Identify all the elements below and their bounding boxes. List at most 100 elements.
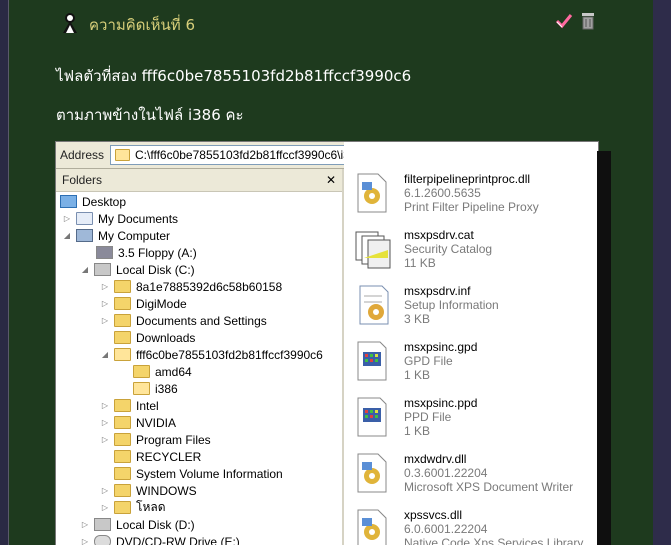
file-item[interactable]: msxpsinc.gpd GPD File 1 KB bbox=[354, 340, 477, 382]
file-detail: 1 KB bbox=[404, 424, 431, 438]
close-icon[interactable]: ✕ bbox=[326, 173, 336, 187]
expand-icon[interactable]: ▷ bbox=[100, 282, 110, 291]
expand-icon[interactable]: ▷ bbox=[100, 503, 110, 512]
folder-open-icon bbox=[114, 348, 131, 361]
tree-item-folder[interactable]: ◢ fff6c0be7855103fd2b81ffccf3990c6 bbox=[100, 346, 323, 363]
address-value: C:\fff6c0be7855103fd2b81ffccf3990c6\i386 bbox=[135, 148, 364, 162]
tree-item-folder-selected[interactable]: i386 bbox=[133, 380, 178, 397]
folders-pane: Folders ✕ Desktop ▷ My Documents ◢ My Co… bbox=[56, 169, 344, 545]
floppy-icon bbox=[96, 246, 113, 259]
expand-icon[interactable]: ▷ bbox=[100, 418, 110, 427]
file-item[interactable]: msxpsdrv.inf Setup Information 3 KB bbox=[354, 284, 499, 326]
expand-icon[interactable]: ▷ bbox=[100, 316, 110, 325]
gpd-file-icon bbox=[354, 340, 394, 382]
tree-item-folder[interactable]: amd64 bbox=[133, 363, 192, 380]
file-item[interactable]: msxpsinc.ppd PPD File 1 KB bbox=[354, 396, 477, 438]
file-name: msxpsinc.gpd bbox=[404, 340, 478, 354]
tree-label: Local Disk (C:) bbox=[116, 262, 195, 277]
tree-label: fff6c0be7855103fd2b81ffccf3990c6 bbox=[136, 347, 323, 362]
file-item[interactable]: msxpsdrv.cat Security Catalog 11 KB bbox=[354, 228, 492, 270]
tree-item-dvd-drive[interactable]: ▷ DVD/CD-RW Drive (E:) bbox=[80, 533, 240, 545]
ppd-file-icon bbox=[354, 396, 394, 438]
tree-item-folder[interactable]: ▷ WINDOWS bbox=[100, 482, 197, 499]
file-item[interactable]: mxdwdrv.dll 0.3.6001.22204 Microsoft XPS… bbox=[354, 452, 573, 494]
user-avatar-icon bbox=[61, 13, 79, 37]
dll-file-icon bbox=[354, 452, 394, 494]
tree-label: Program Files bbox=[136, 432, 211, 447]
tree-item-my-computer[interactable]: ◢ My Computer bbox=[62, 227, 170, 244]
tree-item-floppy[interactable]: 3.5 Floppy (A:) bbox=[96, 244, 197, 261]
folder-icon bbox=[114, 297, 131, 310]
dvd-drive-icon bbox=[94, 535, 111, 545]
folder-icon bbox=[114, 484, 131, 497]
collapse-icon[interactable]: ◢ bbox=[80, 265, 90, 274]
comment-header: ความคิดเห็นที่ 6 bbox=[61, 12, 195, 38]
file-detail: Native Code Xps Services Library bbox=[404, 536, 584, 545]
tree-item-my-documents[interactable]: ▷ My Documents bbox=[62, 210, 178, 227]
folder-icon bbox=[114, 467, 131, 480]
folder-icon bbox=[114, 416, 131, 429]
trash-icon[interactable] bbox=[581, 12, 595, 34]
tree-item-desktop[interactable]: Desktop bbox=[60, 193, 126, 210]
tree-item-folder[interactable]: Downloads bbox=[114, 329, 195, 346]
file-name: mxdwdrv.dll bbox=[404, 452, 467, 466]
screenshot-shadow bbox=[597, 151, 611, 545]
folder-icon bbox=[114, 433, 131, 446]
folder-icon bbox=[115, 149, 130, 161]
file-detail: 6.0.6001.22204 bbox=[404, 522, 488, 536]
comment-post: ความคิดเห็นที่ 6 ไฟลตัวที่สอง fff6c0be78… bbox=[8, 0, 654, 545]
check-edit-icon[interactable] bbox=[555, 12, 573, 34]
file-detail: Microsoft XPS Document Writer bbox=[404, 480, 574, 494]
tree-label: My Documents bbox=[98, 211, 179, 226]
tree-label: RECYCLER bbox=[136, 449, 202, 464]
folder-icon bbox=[114, 280, 131, 293]
folder-open-icon bbox=[133, 382, 150, 395]
tree-item-folder[interactable]: ▷ 8a1e7885392d6c58b60158 bbox=[100, 278, 282, 295]
message-line-1: ไฟลตัวที่สอง fff6c0be7855103fd2b81ffccf3… bbox=[56, 67, 412, 85]
tree-label: Local Disk (D:) bbox=[116, 517, 195, 532]
computer-icon bbox=[76, 229, 93, 242]
expand-icon[interactable]: ▷ bbox=[100, 401, 110, 410]
folder-icon bbox=[114, 331, 131, 344]
tree-item-folder[interactable]: ▷ DigiMode bbox=[100, 295, 187, 312]
tree-label: System Volume Information bbox=[136, 466, 283, 481]
expand-icon[interactable]: ▷ bbox=[100, 486, 110, 495]
expand-icon[interactable]: ▷ bbox=[62, 214, 72, 223]
page-frame-edge bbox=[653, 0, 671, 545]
drive-icon bbox=[94, 518, 111, 531]
expand-icon[interactable]: ▷ bbox=[80, 537, 90, 545]
expand-icon[interactable]: ▷ bbox=[100, 299, 110, 308]
file-item[interactable]: xpssvcs.dll 6.0.6001.22204 Native Code X… bbox=[354, 508, 583, 545]
tree-item-folder[interactable]: ▷ NVIDIA bbox=[100, 414, 176, 431]
collapse-icon[interactable]: ◢ bbox=[62, 231, 72, 240]
file-detail: 6.1.2600.5635 bbox=[404, 186, 481, 200]
tree-item-folder[interactable]: System Volume Information bbox=[114, 465, 283, 482]
tree-item-local-disk-d[interactable]: ▷ Local Disk (D:) bbox=[80, 516, 195, 533]
tree-item-folder[interactable]: ▷ Documents and Settings bbox=[100, 312, 267, 329]
folders-pane-header: Folders ✕ bbox=[56, 169, 342, 192]
expand-icon[interactable]: ▷ bbox=[100, 435, 110, 444]
tree-item-folder[interactable]: ▷ Program Files bbox=[100, 431, 211, 448]
folder-icon bbox=[114, 501, 131, 514]
file-detail: Setup Information bbox=[404, 298, 499, 312]
tree-label: 3.5 Floppy (A:) bbox=[118, 245, 197, 260]
file-name: msxpsdrv.inf bbox=[404, 284, 471, 298]
folder-icon bbox=[133, 365, 150, 378]
expand-icon[interactable]: ▷ bbox=[80, 520, 90, 529]
tree-item-folder[interactable]: ▷ Intel bbox=[100, 397, 159, 414]
file-detail: 3 KB bbox=[404, 312, 431, 326]
inf-file-icon bbox=[354, 284, 394, 326]
tree-label: DigiMode bbox=[136, 296, 187, 311]
tree-item-folder[interactable]: ▷ โหลด bbox=[100, 499, 166, 516]
collapse-icon[interactable]: ◢ bbox=[100, 350, 110, 359]
tree-item-local-disk-c[interactable]: ◢ Local Disk (C:) bbox=[80, 261, 195, 278]
address-label: Address bbox=[60, 148, 105, 162]
comment-actions bbox=[555, 12, 595, 34]
tree-item-folder[interactable]: RECYCLER bbox=[114, 448, 201, 465]
file-detail: Security Catalog bbox=[404, 242, 493, 256]
file-list: filterpipelineprintproc.dll 6.1.2600.563… bbox=[344, 142, 598, 545]
tree-label: Documents and Settings bbox=[136, 313, 267, 328]
tree-label: amd64 bbox=[155, 364, 192, 379]
file-item[interactable]: filterpipelineprintproc.dll 6.1.2600.563… bbox=[354, 172, 539, 214]
catalog-file-icon bbox=[354, 228, 394, 270]
